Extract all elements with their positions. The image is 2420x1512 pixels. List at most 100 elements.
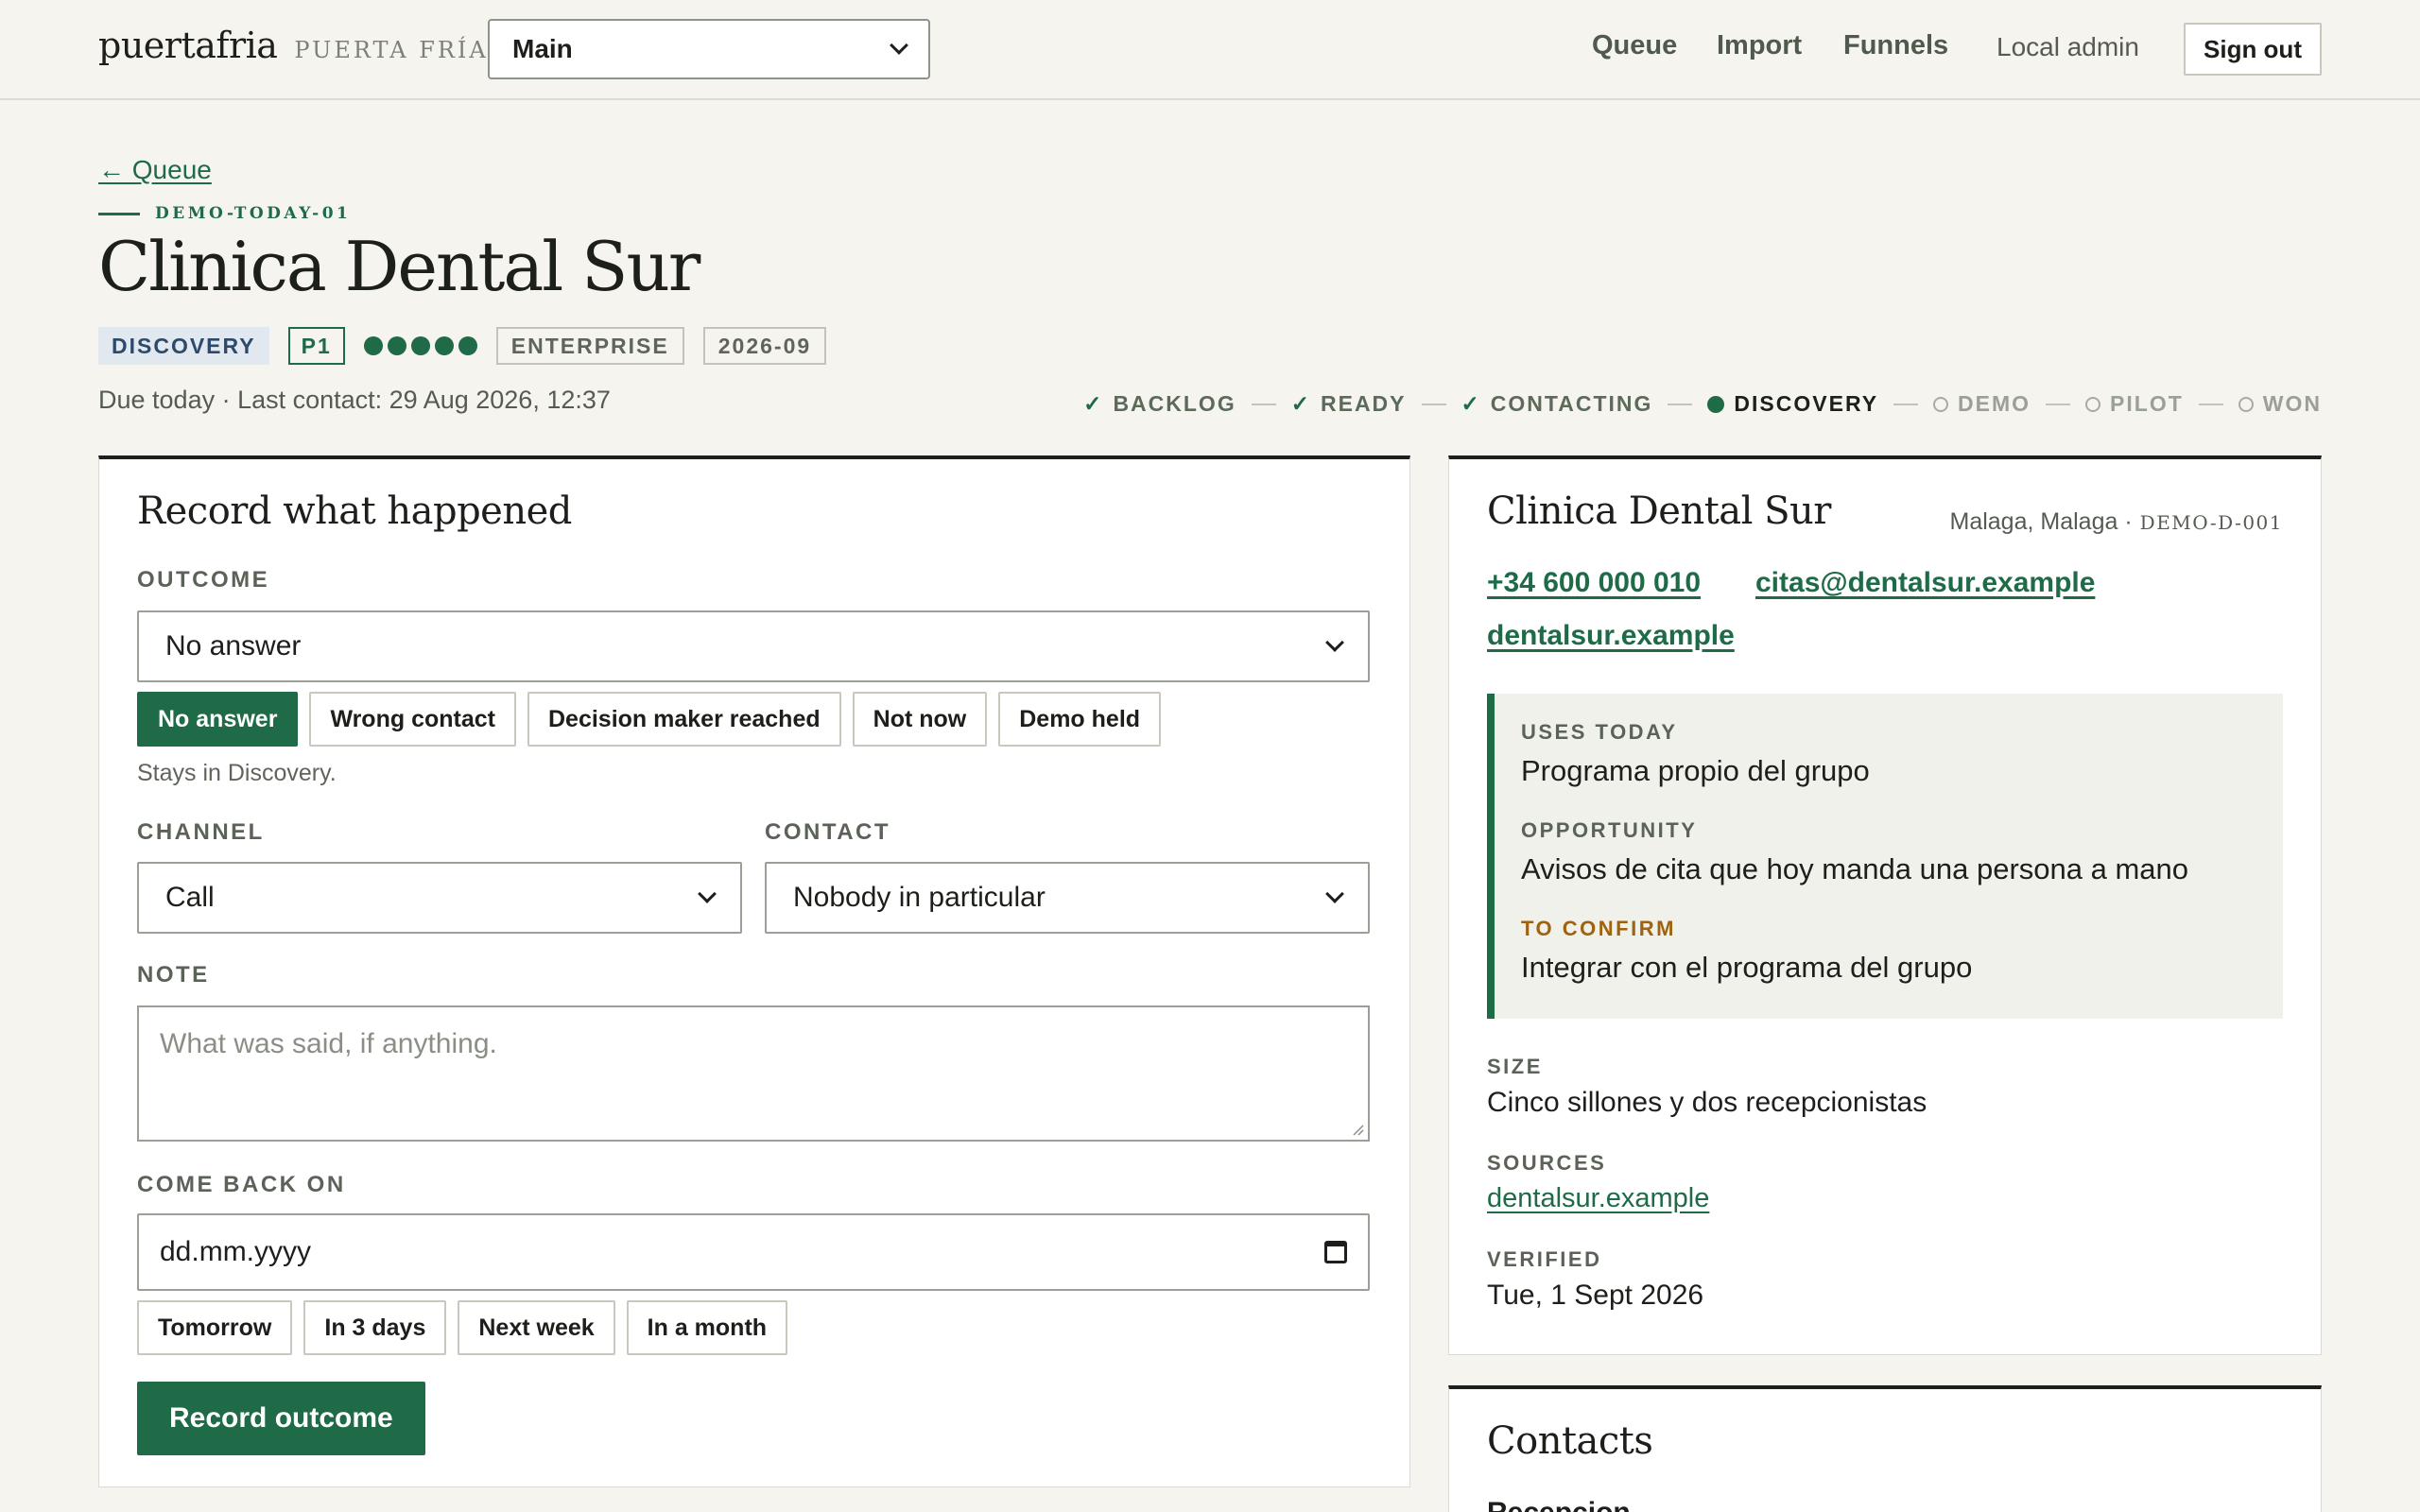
record-heading: Record what happened — [137, 490, 572, 533]
date-placeholder: dd.mm.yyyy — [160, 1236, 312, 1267]
code-dash — [98, 212, 140, 215]
stage-discovery: DISCOVERY — [1707, 391, 1878, 417]
note-placeholder: What was said, if anything. — [160, 1028, 497, 1059]
verified-label: VERIFIED — [1487, 1247, 1602, 1271]
current-user: Local admin — [1996, 32, 2139, 61]
contact-select[interactable]: Nobody in particular — [765, 862, 1370, 934]
rating-dot — [387, 336, 406, 355]
stage-separator — [1251, 403, 1276, 405]
check-icon: ✓ — [1461, 391, 1481, 416]
nav-funnels[interactable]: Funnels — [1843, 30, 1948, 61]
resize-grip-icon[interactable] — [1349, 1121, 1364, 1136]
nav-import[interactable]: Import — [1717, 30, 1802, 61]
outcome-label: OUTCOME — [137, 567, 270, 593]
come-back-label: COME BACK ON — [137, 1172, 346, 1197]
size-value: Cinco sillones y dos recepcionistas — [1487, 1087, 1927, 1118]
email-link[interactable]: citas@dentalsur.example — [1755, 567, 2095, 599]
outcome-select-value: No answer — [165, 630, 302, 662]
channel-select[interactable]: Call — [137, 862, 742, 934]
pipeline-stages: ✓ BACKLOG ✓ READY ✓ CONTACTING DISCOVERY DE… — [1083, 391, 2322, 417]
date-chips: Tomorrow In 3 days Next week In a month — [137, 1300, 788, 1355]
chevron-down-icon — [698, 885, 717, 903]
outcome-hint: Stays in Discovery. — [137, 760, 337, 786]
priority-badge: P1 — [287, 327, 345, 365]
note-textarea[interactable]: What was said, if anything. — [137, 1005, 1370, 1142]
outcome-chips: No answer Wrong contact Decision maker r… — [137, 692, 1162, 747]
main-nav: Queue Import Funnels Local admin — [0, 30, 2420, 68]
top-bar: puertafria PUERTA FRÍA Main Queue Import… — [0, 0, 2420, 100]
lead-code: DEMO-TODAY-01 — [98, 204, 351, 223]
stage-badge: DISCOVERY — [98, 327, 269, 365]
chevron-down-icon — [1325, 633, 1344, 652]
contacts-heading: Contacts — [1487, 1419, 1653, 1463]
outcome-chip-decision-maker[interactable]: Decision maker reached — [527, 692, 841, 747]
company-card: Clinica Dental Sur Malaga, Malaga · DEMO… — [1448, 455, 2322, 1355]
date-chip-next-week[interactable]: Next week — [458, 1300, 615, 1355]
current-dot-icon — [1707, 395, 1725, 413]
rating-dots — [363, 336, 477, 355]
stage-separator — [2046, 403, 2071, 405]
back-to-queue-link[interactable]: ← Queue — [98, 155, 212, 185]
chevron-down-icon — [1325, 885, 1344, 903]
page-title: Clinica Dental Sur — [98, 227, 700, 306]
empty-circle-icon — [2238, 396, 2254, 412]
cohort-badge: 2026-09 — [702, 327, 827, 365]
to-confirm-label: TO CONFIRM — [1521, 917, 1676, 940]
lead-badges: DISCOVERY P1 ENTERPRISE 2026-09 — [98, 327, 827, 365]
note-label: NOTE — [137, 962, 210, 988]
insight-panel: USES TODAY Programa propio del grupo OPP… — [1487, 694, 2283, 1019]
sign-out-button[interactable]: Sign out — [2184, 23, 2322, 76]
outcome-chip-no-answer[interactable]: No answer — [137, 692, 299, 747]
stage-separator — [1893, 403, 1919, 405]
contacts-card: Contacts Recepcion — [1448, 1385, 2322, 1512]
stage-backlog: ✓ BACKLOG — [1083, 391, 1236, 416]
nav-queue[interactable]: Queue — [1592, 30, 1677, 61]
company-location: Malaga, Malaga · DEMO-D-001 — [1950, 508, 2284, 536]
contact-select-value: Nobody in particular — [793, 882, 1046, 913]
location-text: Malaga, Malaga · — [1949, 508, 2133, 535]
empty-circle-icon — [2085, 396, 2101, 412]
to-confirm-value: Integrar con el programa del grupo — [1521, 951, 1973, 984]
source-link[interactable]: dentalsur.example — [1487, 1183, 1709, 1214]
stage-won: WON — [2238, 391, 2322, 417]
empty-circle-icon — [1933, 396, 1949, 412]
company-name: Clinica Dental Sur — [1487, 490, 1831, 533]
stage-contacting: ✓ CONTACTING — [1461, 391, 1653, 416]
contact-name: Recepcion — [1487, 1497, 1631, 1512]
opportunity-label: OPPORTUNITY — [1521, 818, 1698, 842]
size-label: SIZE — [1487, 1055, 1543, 1078]
verified-value: Tue, 1 Sept 2026 — [1487, 1280, 1704, 1311]
outcome-select[interactable]: No answer — [137, 610, 1370, 682]
stage-pilot: PILOT — [2085, 391, 2184, 417]
channel-select-value: Call — [165, 882, 215, 913]
record-outcome-button[interactable]: Record outcome — [137, 1382, 425, 1455]
calendar-icon[interactable] — [1324, 1241, 1347, 1263]
company-id: DEMO-D-001 — [2139, 511, 2283, 534]
record-outcome-card: Record what happened OUTCOME No answer N… — [98, 455, 1410, 1487]
lead-code-text: DEMO-TODAY-01 — [155, 204, 352, 223]
date-chip-month[interactable]: In a month — [626, 1300, 788, 1355]
outcome-chip-demo-held[interactable]: Demo held — [998, 692, 1162, 747]
come-back-date-input[interactable]: dd.mm.yyyy — [137, 1213, 1370, 1291]
outcome-chip-wrong-contact[interactable]: Wrong contact — [309, 692, 516, 747]
contact-label: CONTACT — [765, 819, 891, 845]
stage-demo: DEMO — [1933, 391, 2031, 417]
rating-dot — [410, 336, 430, 355]
check-icon: ✓ — [1290, 391, 1311, 416]
uses-today-value: Programa propio del grupo — [1521, 754, 1870, 787]
due-status: Due today · Last contact: 29 Aug 2026, 1… — [98, 386, 611, 414]
website-link[interactable]: dentalsur.example — [1487, 620, 1735, 652]
segment-badge: ENTERPRISE — [495, 327, 684, 365]
opportunity-value: Avisos de cita que hoy manda una persona… — [1521, 852, 2189, 885]
uses-today-label: USES TODAY — [1521, 720, 1678, 744]
date-chip-tomorrow[interactable]: Tomorrow — [137, 1300, 293, 1355]
rating-dot — [434, 336, 454, 355]
outcome-chip-not-now[interactable]: Not now — [852, 692, 988, 747]
date-chip-3-days[interactable]: In 3 days — [303, 1300, 447, 1355]
check-icon: ✓ — [1083, 391, 1104, 416]
stage-separator — [1421, 403, 1446, 405]
stage-separator — [1668, 403, 1693, 405]
stage-separator — [2198, 403, 2223, 405]
channel-label: CHANNEL — [137, 819, 265, 845]
phone-link[interactable]: +34 600 000 010 — [1487, 567, 1701, 599]
